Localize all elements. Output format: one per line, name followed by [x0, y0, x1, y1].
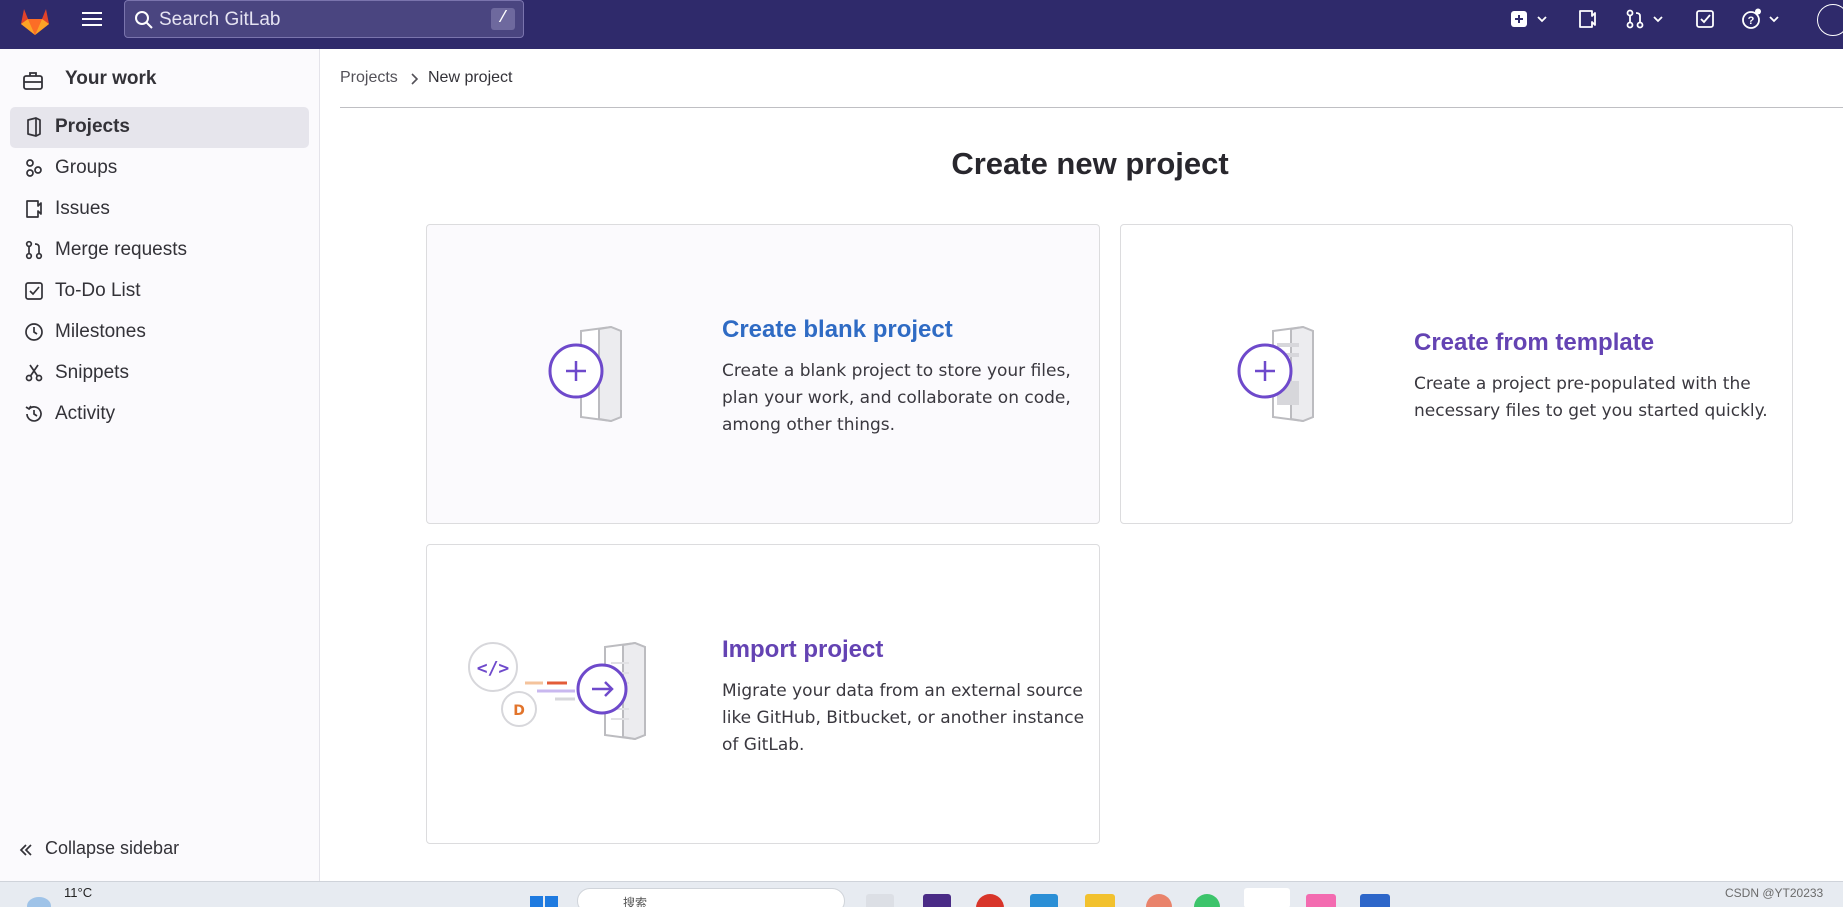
merge-request-icon [25, 240, 43, 260]
help-icon[interactable]: ? [1740, 8, 1762, 30]
create-from-template-card[interactable]: Create from template Create a project pr… [1120, 224, 1793, 524]
sidebar-item-projects[interactable]: Projects [10, 107, 309, 148]
template-project-illustration-icon [1237, 325, 1314, 423]
import-project-title[interactable]: Import project [722, 636, 883, 664]
sidebar-item-snippets[interactable]: Snippets [10, 353, 309, 394]
create-from-template-description: Create a project pre-populated with the … [1414, 374, 1768, 421]
svg-text:?: ? [1748, 15, 1755, 27]
collapse-sidebar-button[interactable]: Collapse sidebar [18, 837, 218, 863]
new-item-icon[interactable] [1508, 8, 1530, 30]
taskbar-app-icon[interactable] [1085, 894, 1115, 907]
search-input[interactable]: Search GitLab / [124, 0, 524, 38]
sidebar-item-issues[interactable]: Issues [10, 189, 309, 230]
search-placeholder: Search GitLab [159, 9, 281, 30]
taskbar-app-icon[interactable] [1146, 894, 1172, 907]
sidebar-item-todo-list[interactable]: To-Do List [10, 271, 309, 312]
sidebar-item-activity[interactable]: Activity [10, 394, 309, 435]
weather-temperature[interactable]: 11°C [64, 885, 92, 900]
svg-text:</>: </> [477, 658, 510, 679]
create-blank-project-card[interactable]: Create blank project Create a blank proj… [426, 224, 1100, 524]
blank-project-illustration-icon [548, 325, 622, 423]
taskbar-app-icon[interactable] [1360, 894, 1390, 907]
import-project-card[interactable]: </> D Import project Migrate your data f… [426, 544, 1100, 844]
sidebar-item-label: To-Do List [55, 280, 141, 301]
menu-icon[interactable] [80, 9, 104, 29]
collapse-sidebar-label: Collapse sidebar [45, 838, 180, 858]
watermark-text: CSDN @YT20233 [1725, 886, 1824, 900]
sidebar-item-label: Projects [55, 116, 130, 137]
issues-icon [26, 200, 42, 218]
todo-icon [25, 282, 43, 300]
clock-icon [25, 323, 43, 341]
windows-start-icon[interactable] [529, 895, 559, 907]
context-label: Your work [65, 68, 157, 89]
todo-icon[interactable] [1694, 8, 1716, 30]
taskbar-search-text: 搜索 [623, 896, 648, 907]
snippet-icon [25, 364, 43, 382]
sidebar: Your work Projects Groups Issues Merge r… [0, 49, 320, 881]
top-bar: Search GitLab / ? [0, 0, 1843, 49]
weather-cloud-icon[interactable] [24, 892, 54, 907]
sidebar-item-label: Issues [55, 198, 110, 219]
chevron-down-icon[interactable] [1652, 14, 1664, 24]
sidebar-item-merge-requests[interactable]: Merge requests [10, 230, 309, 271]
chevron-right-icon [411, 73, 419, 85]
history-icon [25, 405, 42, 422]
sidebar-item-label: Snippets [55, 362, 129, 383]
import-project-description: Migrate your data from an external sourc… [722, 681, 1085, 755]
taskbar-app-icon[interactable] [923, 894, 951, 907]
create-from-template-title[interactable]: Create from template [1414, 329, 1654, 357]
sidebar-nav: Projects Groups Issues Merge requests To… [10, 107, 309, 435]
create-blank-project-title[interactable]: Create blank project [722, 316, 953, 344]
sidebar-item-label: Milestones [55, 321, 146, 342]
chevron-down-icon[interactable] [1536, 14, 1548, 24]
sidebar-item-label: Groups [55, 157, 118, 178]
create-blank-project-description: Create a blank project to store your fil… [722, 361, 1071, 435]
taskbar-search-box[interactable]: 搜索 [577, 888, 845, 907]
taskbar-app-icon[interactable] [1194, 894, 1220, 907]
breadcrumb-current[interactable]: New project [428, 69, 512, 87]
taskbar-app-icon[interactable] [1030, 894, 1058, 907]
sidebar-item-groups[interactable]: Groups [10, 148, 309, 189]
taskbar-app-icon[interactable] [1244, 888, 1290, 907]
search-shortcut-key: / [491, 8, 515, 30]
import-project-illustration-icon: </> D [468, 641, 646, 741]
taskbar-app-icon[interactable] [1306, 894, 1336, 907]
gitlab-logo-icon[interactable] [18, 4, 52, 38]
taskbar-app-icon[interactable] [976, 894, 1004, 907]
project-icon [27, 117, 41, 137]
taskbar-app-icon[interactable] [866, 894, 894, 907]
briefcase-icon [23, 72, 43, 90]
chevron-double-left-icon [19, 844, 32, 856]
merge-request-icon[interactable] [1624, 8, 1646, 30]
page-title: Create new project [951, 146, 1229, 181]
context-switcher[interactable]: Your work [12, 59, 308, 101]
sidebar-item-milestones[interactable]: Milestones [10, 312, 309, 353]
sidebar-item-label: Activity [55, 403, 116, 424]
breadcrumb-divider [340, 107, 1843, 108]
breadcrumb-projects-link[interactable]: Projects [340, 69, 398, 87]
issues-icon[interactable] [1576, 8, 1598, 30]
search-icon [135, 11, 153, 29]
chevron-down-icon[interactable] [1768, 14, 1780, 24]
group-icon [26, 159, 42, 177]
os-taskbar: 11°C 搜索 CSDN @YT20233 [0, 881, 1843, 907]
sidebar-item-label: Merge requests [55, 239, 188, 260]
svg-text:D: D [513, 703, 525, 719]
user-avatar[interactable] [1817, 4, 1843, 36]
